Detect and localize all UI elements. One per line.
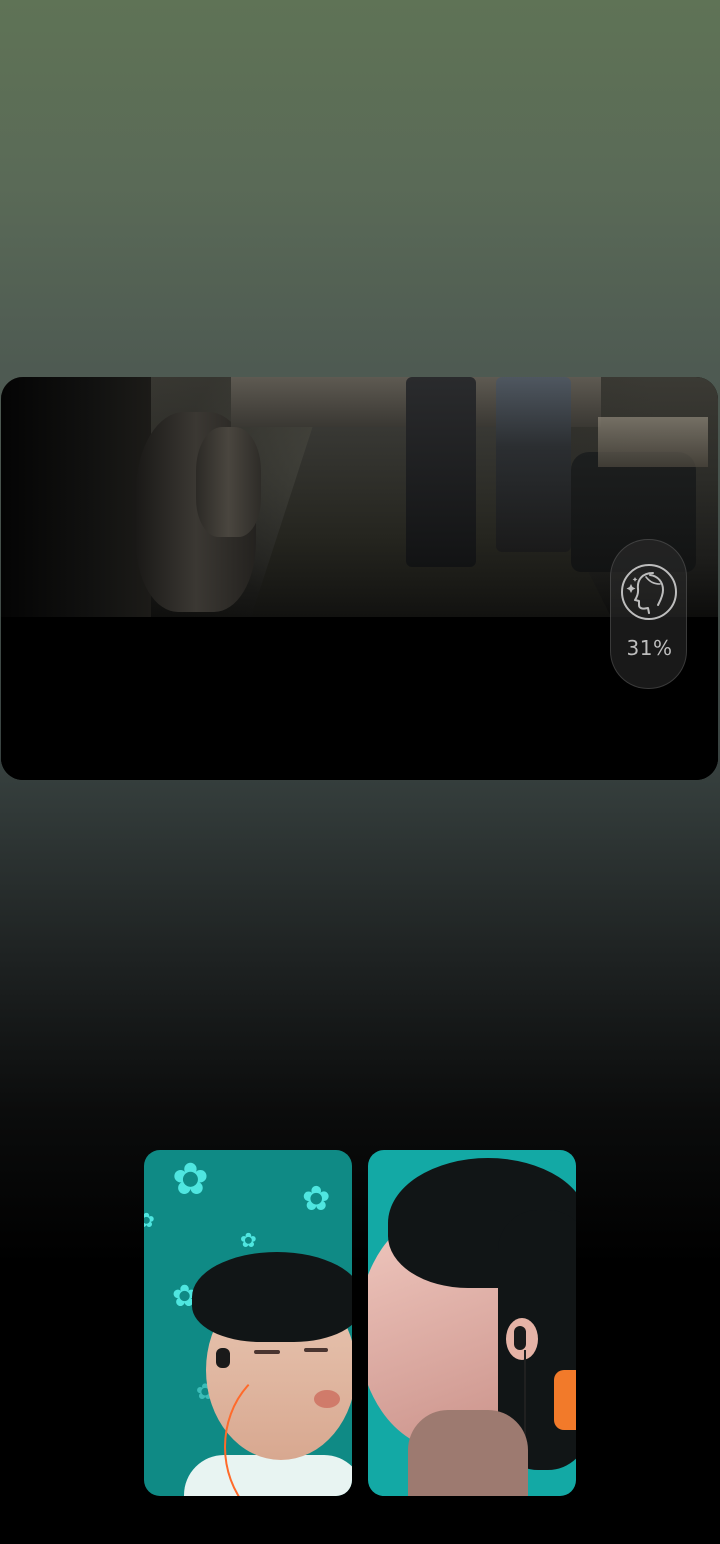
earphone (216, 1348, 230, 1368)
person-hair (192, 1252, 352, 1342)
person-hand (408, 1410, 528, 1496)
flower-pattern: ✿ (302, 1179, 331, 1219)
face-retouch-control[interactable]: 31% (610, 539, 687, 689)
flower-pattern: ✿ (172, 1154, 209, 1205)
earphone (514, 1326, 526, 1350)
person-eye (304, 1348, 328, 1352)
scene-wall (1, 377, 151, 627)
scene-person-legs-2 (496, 377, 571, 552)
flower-pattern: ✿ (144, 1208, 155, 1232)
scene-jar-small (196, 427, 261, 537)
scene-person-legs (406, 377, 476, 567)
call-screen: 31% ✿ ✿ ✿ ✿ ✿ ✿ (0, 0, 720, 1544)
clothing (554, 1370, 576, 1430)
participant-tile-1[interactable]: ✿ ✿ ✿ ✿ ✿ ✿ (144, 1150, 352, 1496)
face-retouch-icon (620, 563, 678, 621)
participant-tile-2[interactable] (368, 1150, 576, 1496)
person-eye (254, 1350, 280, 1354)
face-retouch-value: 31% (626, 636, 673, 660)
flower-pattern: ✿ (240, 1228, 257, 1252)
scene-bench (598, 417, 708, 467)
